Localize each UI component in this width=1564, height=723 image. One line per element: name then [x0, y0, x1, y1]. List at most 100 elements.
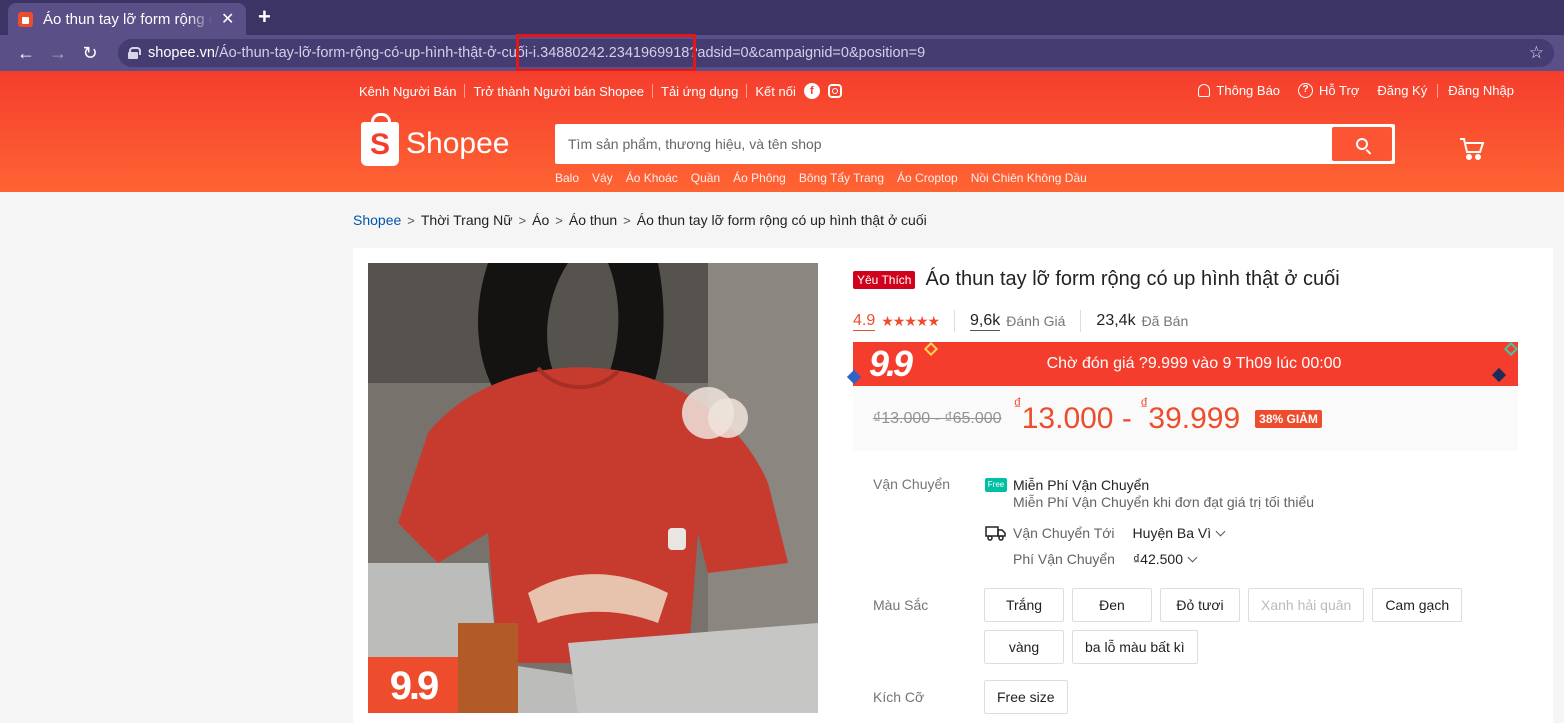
breadcrumb-home[interactable]: Shopee — [353, 212, 401, 228]
suggestion-link[interactable]: Áo Croptop — [897, 171, 958, 185]
color-option[interactable]: ba lỗ màu bất kì — [1072, 630, 1198, 664]
reviews-label: Đánh Giá — [1006, 313, 1066, 329]
rating-value[interactable]: 4.9 — [853, 312, 876, 331]
suggestion-link[interactable]: Áo Khoác — [626, 171, 678, 185]
browser-tabbar: Áo thun tay lỡ form rộng có up hình thật… — [0, 0, 1564, 35]
ship-fee-line: Phí Vận Chuyển ₫42.500 — [985, 546, 1314, 572]
forward-arrow-icon[interactable]: → — [42, 43, 74, 64]
diamond-decoration-icon — [1503, 341, 1519, 357]
flash-sale-text: Chờ đón giá ?9.999 vào 9 Th09 lúc 00:00 — [1046, 355, 1342, 372]
free-shipping-line: Free Miễn Phí Vận Chuyển — [985, 476, 1314, 494]
discount-badge: 38% GIẢM — [1255, 409, 1322, 428]
product-image[interactable]: 9.9 — [368, 263, 818, 713]
size-option[interactable]: Free size — [984, 680, 1068, 714]
breadcrumb-item[interactable]: Áo thun — [569, 212, 617, 228]
shopee-bag-icon: S — [361, 113, 399, 166]
sale-9-9-badge: 9.9 — [368, 657, 458, 713]
product-panel: 9.9 Yêu Thích Áo thun tay lỡ form rộng c… — [353, 248, 1553, 723]
address-bar: ← → ↻ shopee.vn/Áo-thun-tay-lỡ-form-rộng… — [0, 35, 1564, 71]
download-app-link[interactable]: Tải ứng dụng — [661, 84, 738, 99]
flash-sale-logo: 9.9 — [869, 343, 913, 384]
free-shipping-desc: Miễn Phí Vận Chuyển khi đơn đạt giá trị … — [1013, 494, 1315, 510]
back-arrow-icon[interactable]: ← — [10, 43, 42, 64]
search-bar — [555, 124, 1395, 164]
close-tab-icon[interactable]: ✕ — [221, 9, 234, 29]
color-option[interactable]: Trắng — [984, 588, 1064, 622]
flash-sale-banner: 9.9 Chờ đón giá ?9.999 vào 9 Th09 lúc 00… — [846, 341, 1519, 386]
suggestion-link[interactable]: Áo Phông — [733, 171, 786, 185]
title-row: Yêu Thích Áo thun tay lỡ form rộng có up… — [853, 268, 1518, 291]
support-link[interactable]: ? Hỗ Trợ — [1298, 83, 1359, 98]
breadcrumb: Shopee > Thời Trang Nữ > Áo > Áo thun > … — [353, 212, 927, 228]
url-highlight-box — [516, 34, 696, 72]
logo-text: Shopee — [406, 127, 510, 160]
color-option[interactable]: Đen — [1072, 588, 1152, 622]
help-icon: ? — [1298, 83, 1314, 98]
color-label: Màu Sắc — [873, 597, 929, 613]
suggestion-link[interactable]: Quần — [691, 171, 720, 185]
facebook-icon[interactable]: f — [803, 83, 820, 99]
product-title: Áo thun tay lỡ form rộng có up hình thật… — [925, 268, 1340, 290]
diamond-decoration-icon — [923, 341, 939, 357]
truck-icon — [985, 526, 1006, 541]
chevron-right-icon: > — [555, 212, 563, 228]
size-label: Kích Cỡ — [873, 689, 925, 705]
search-button[interactable] — [1332, 127, 1392, 161]
url-field[interactable]: shopee.vn/Áo-thun-tay-lỡ-form-rộng-có-up… — [118, 39, 1554, 67]
notifications-link[interactable]: Thông Báo — [1198, 83, 1280, 98]
product-photo-illustration — [368, 263, 818, 713]
color-options: Trắng Đen Đỏ tươi Xanh hải quân Cam gạch… — [984, 588, 1504, 672]
nav-divider — [746, 84, 748, 98]
bookmark-star-icon[interactable]: ☆ — [1529, 43, 1544, 63]
tab-title: Áo thun tay lỡ form rộng có up hình thật… — [43, 10, 213, 28]
suggestion-link[interactable]: Nồi Chiên Không Dầu — [971, 171, 1087, 185]
login-label: Đăng Nhập — [1448, 83, 1514, 98]
color-option[interactable]: vàng — [984, 630, 1064, 664]
shopee-favicon-icon — [18, 11, 33, 27]
chevron-right-icon: > — [518, 212, 527, 228]
instagram-icon[interactable] — [827, 84, 842, 98]
breadcrumb-item[interactable]: Thời Trang Nữ — [421, 212, 513, 228]
ship-to-line: Vận Chuyển Tới Huyện Ba Vì — [985, 520, 1314, 546]
free-shipping-truck-icon: Free — [985, 478, 1007, 492]
nav-divider — [652, 84, 653, 98]
nav-divider — [464, 84, 466, 98]
ship-to-label: Vận Chuyển Tới — [1013, 525, 1115, 541]
suggestion-link[interactable]: Balo — [555, 171, 579, 185]
browser-tab[interactable]: Áo thun tay lỡ form rộng có up hình thật… — [8, 3, 246, 35]
become-seller-link[interactable]: Trở thành Người bán Shopee — [473, 84, 644, 99]
top-navbar: Kênh Người Bán Trở thành Người bán Shope… — [359, 83, 842, 99]
suggestion-link[interactable]: Váy — [592, 171, 613, 185]
notifications-label: Thông Báo — [1216, 83, 1281, 98]
support-label: Hỗ Trợ — [1319, 83, 1360, 98]
login-link[interactable]: Đăng Nhập — [1448, 83, 1514, 98]
shopee-logo[interactable]: S Shopee — [361, 113, 510, 166]
ship-fee-label: Phí Vận Chuyển — [1013, 551, 1115, 567]
size-options: Free size — [984, 680, 1504, 722]
ship-fee-dropdown[interactable]: ₫42.500 — [1133, 551, 1198, 567]
search-input[interactable] — [558, 127, 1332, 161]
suggestion-link[interactable]: Bông Tẩy Trang — [799, 171, 884, 185]
sold-label: Đã Bán — [1141, 313, 1189, 329]
price-low: 13.000 — [1021, 401, 1114, 435]
shipping-label: Vận Chuyển — [873, 476, 951, 492]
lock-icon[interactable] — [128, 47, 141, 59]
product-stats: 4.9 ★★★★★ 9,6k Đánh Giá 23,4k Đã Bán — [853, 310, 1188, 332]
ship-to-dropdown[interactable]: Huyện Ba Vì — [1133, 525, 1226, 541]
search-icon — [1356, 138, 1368, 150]
cart-icon[interactable] — [1459, 137, 1485, 161]
new-tab-button[interactable]: + — [258, 4, 271, 30]
reload-icon[interactable]: ↻ — [74, 43, 106, 64]
currency-symbol: ₫ — [1013, 395, 1022, 413]
stats-divider — [954, 310, 956, 332]
breadcrumb-item[interactable]: Áo — [532, 212, 549, 228]
price-box: ₫13.000 - ₫65.000 ₫13.000 - ₫39.999 38% … — [853, 386, 1518, 451]
register-link[interactable]: Đăng Ký — [1377, 83, 1427, 98]
free-shipping-title: Miễn Phí Vận Chuyển — [1013, 477, 1150, 493]
seller-centre-link[interactable]: Kênh Người Bán — [359, 84, 456, 99]
current-price: ₫13.000 - ₫39.999 — [1014, 396, 1241, 436]
color-option[interactable]: Đỏ tươi — [1160, 588, 1240, 622]
color-option[interactable]: Cam gạch — [1372, 588, 1463, 622]
diamond-decoration-icon — [846, 369, 862, 385]
reviews-count[interactable]: 9,6k — [970, 312, 1001, 331]
